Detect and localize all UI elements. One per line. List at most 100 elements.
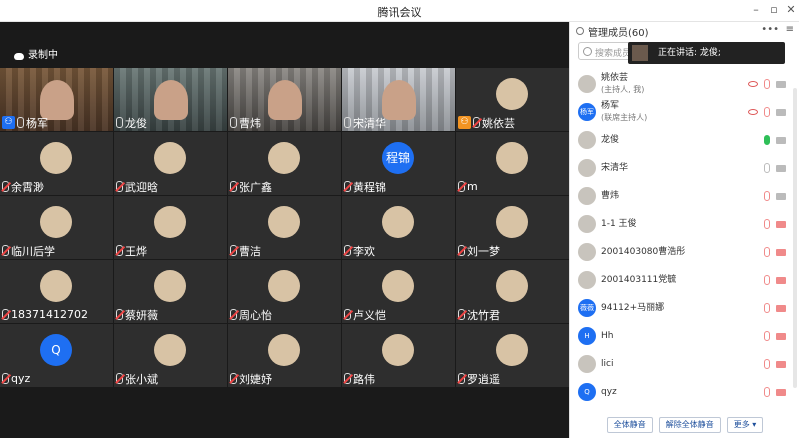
camera-icon[interactable] bbox=[776, 164, 786, 172]
avatar bbox=[382, 206, 414, 238]
member-row[interactable]: 薇薇 94112+马丽娜 bbox=[578, 294, 792, 322]
mic-muted-icon[interactable] bbox=[764, 79, 770, 89]
participant-name: 李欢 bbox=[353, 244, 375, 258]
mic-muted-icon[interactable] bbox=[764, 219, 770, 229]
avatar: 程锦 bbox=[382, 142, 414, 174]
video-feed bbox=[268, 80, 302, 120]
participant-name: 宋清华 bbox=[353, 116, 386, 130]
camera-icon[interactable] bbox=[776, 388, 786, 396]
member-row[interactable]: 1-1 王俊 bbox=[578, 210, 792, 238]
participant-tile[interactable]: 临川后学 bbox=[0, 196, 113, 259]
participant-tile[interactable]: 余霄渺 bbox=[0, 132, 113, 195]
camera-icon[interactable] bbox=[776, 276, 786, 284]
share-icon bbox=[748, 109, 758, 115]
mic-muted-icon[interactable] bbox=[764, 163, 770, 173]
participant-tile[interactable]: ⚇ 杨军 bbox=[0, 68, 113, 131]
participant-tile[interactable]: 路伟 bbox=[342, 324, 455, 387]
member-row[interactable]: 姚依芸 (主持人, 我) bbox=[578, 70, 792, 98]
mic-muted-icon[interactable] bbox=[764, 107, 770, 117]
avatar: Q bbox=[578, 383, 596, 401]
mic-active-icon[interactable] bbox=[764, 135, 770, 145]
member-row[interactable]: 曹炜 bbox=[578, 182, 792, 210]
participant-tile[interactable]: 蔡妍薇 bbox=[114, 260, 227, 323]
participant-tile[interactable]: 王烨 bbox=[114, 196, 227, 259]
participant-tile[interactable]: 罗逍遥 bbox=[456, 324, 569, 387]
participant-tile[interactable]: 宋清华 bbox=[342, 68, 455, 131]
participant-tile[interactable]: 李欢 bbox=[342, 196, 455, 259]
avatar: 杨军 bbox=[578, 103, 596, 121]
member-row[interactable]: 2001403080曹浩彤 bbox=[578, 238, 792, 266]
video-feed bbox=[382, 80, 416, 120]
member-row[interactable]: 2001403111党毓 bbox=[578, 266, 792, 294]
mic-muted-icon[interactable] bbox=[764, 303, 770, 313]
panel-header: 管理成员(60) ••• ≡ bbox=[570, 22, 799, 40]
close-icon[interactable]: ✕ bbox=[784, 3, 798, 17]
participant-tile[interactable]: 张小斌 bbox=[114, 324, 227, 387]
camera-icon[interactable] bbox=[776, 360, 786, 368]
mic-muted-icon[interactable] bbox=[764, 331, 770, 341]
participant-tile[interactable]: 刘婕妤 bbox=[228, 324, 341, 387]
mic-muted-icon bbox=[230, 309, 237, 320]
participant-tile[interactable]: m bbox=[456, 132, 569, 195]
mic-muted-icon[interactable] bbox=[764, 191, 770, 201]
minimize-icon[interactable]: – bbox=[749, 3, 763, 17]
participant-tile[interactable]: 曹炜 bbox=[228, 68, 341, 131]
mic-muted-icon bbox=[344, 181, 351, 192]
participant-name: 罗逍遥 bbox=[467, 372, 500, 386]
camera-icon[interactable] bbox=[776, 304, 786, 312]
menu-icon[interactable]: ≡ bbox=[786, 24, 794, 35]
participant-tile[interactable]: 周心怡 bbox=[228, 260, 341, 323]
participant-tile[interactable]: Qqyz bbox=[0, 324, 113, 387]
camera-icon[interactable] bbox=[776, 136, 786, 144]
member-row[interactable]: 杨军 杨军 (联席主持人) bbox=[578, 98, 792, 126]
mic-muted-icon[interactable] bbox=[764, 387, 770, 397]
participant-name-row: ⚇ 杨军 bbox=[2, 115, 48, 130]
participant-tile[interactable]: 张广鑫 bbox=[228, 132, 341, 195]
member-name: 2001403080曹浩彤 bbox=[601, 246, 686, 257]
more-button[interactable]: 更多 ▾ bbox=[726, 417, 764, 433]
mic-muted-icon[interactable] bbox=[764, 247, 770, 257]
participant-tile[interactable]: 沈竹君 bbox=[456, 260, 569, 323]
participant-name: 蔡妍薇 bbox=[125, 308, 158, 322]
participant-tile[interactable]: 曹洁 bbox=[228, 196, 341, 259]
participant-name-row: 罗逍遥 bbox=[458, 371, 500, 386]
member-row[interactable]: 龙俊 bbox=[578, 126, 792, 154]
more-icon[interactable]: ••• bbox=[761, 24, 779, 35]
member-row[interactable]: Qqyz bbox=[578, 378, 792, 406]
participant-tile[interactable]: 龙俊 bbox=[114, 68, 227, 131]
participant-tile[interactable]: 18371412702 bbox=[0, 260, 113, 323]
participant-name-row: 张小斌 bbox=[116, 371, 158, 386]
member-row[interactable]: H Hh bbox=[578, 322, 792, 350]
participant-tile[interactable]: 武迎晗 bbox=[114, 132, 227, 195]
camera-icon[interactable] bbox=[776, 248, 786, 256]
restore-icon[interactable]: ▫ bbox=[767, 3, 781, 17]
member-row[interactable]: 宋清华 bbox=[578, 154, 792, 182]
camera-icon[interactable] bbox=[776, 80, 786, 88]
member-row[interactable]: lici bbox=[578, 350, 792, 378]
mic-muted-icon[interactable] bbox=[764, 359, 770, 369]
participant-name-row: 余霄渺 bbox=[2, 179, 44, 194]
mic-muted-icon bbox=[473, 117, 480, 128]
scrollbar[interactable] bbox=[793, 88, 797, 388]
mic-muted-icon bbox=[2, 373, 9, 384]
panel-footer: 全体静音 解除全体静音 更多 ▾ bbox=[570, 412, 799, 438]
participant-name: 张广鑫 bbox=[239, 180, 272, 194]
camera-icon[interactable] bbox=[776, 332, 786, 340]
camera-icon[interactable] bbox=[776, 108, 786, 116]
participant-name-row: 刘婕妤 bbox=[230, 371, 272, 386]
member-role: (联席主持人) bbox=[601, 113, 648, 122]
mic-muted-icon bbox=[458, 309, 465, 320]
participant-tile[interactable]: ⚇ 姚依芸 bbox=[456, 68, 569, 131]
camera-icon[interactable] bbox=[776, 192, 786, 200]
camera-icon[interactable] bbox=[776, 220, 786, 228]
participant-name: 临川后学 bbox=[11, 244, 55, 258]
mute-all-button[interactable]: 全体静音 bbox=[606, 417, 653, 433]
participant-name: 武迎晗 bbox=[125, 180, 158, 194]
participant-tile[interactable]: 卢义恺 bbox=[342, 260, 455, 323]
unmute-all-button[interactable]: 解除全体静音 bbox=[658, 417, 721, 433]
member-name: 杨军 bbox=[601, 101, 620, 111]
participant-tile[interactable]: 刘一梦 bbox=[456, 196, 569, 259]
mic-muted-icon[interactable] bbox=[764, 275, 770, 285]
participant-tile[interactable]: 程锦 黄程锦 bbox=[342, 132, 455, 195]
participant-name-row: 曹炜 bbox=[230, 115, 261, 130]
